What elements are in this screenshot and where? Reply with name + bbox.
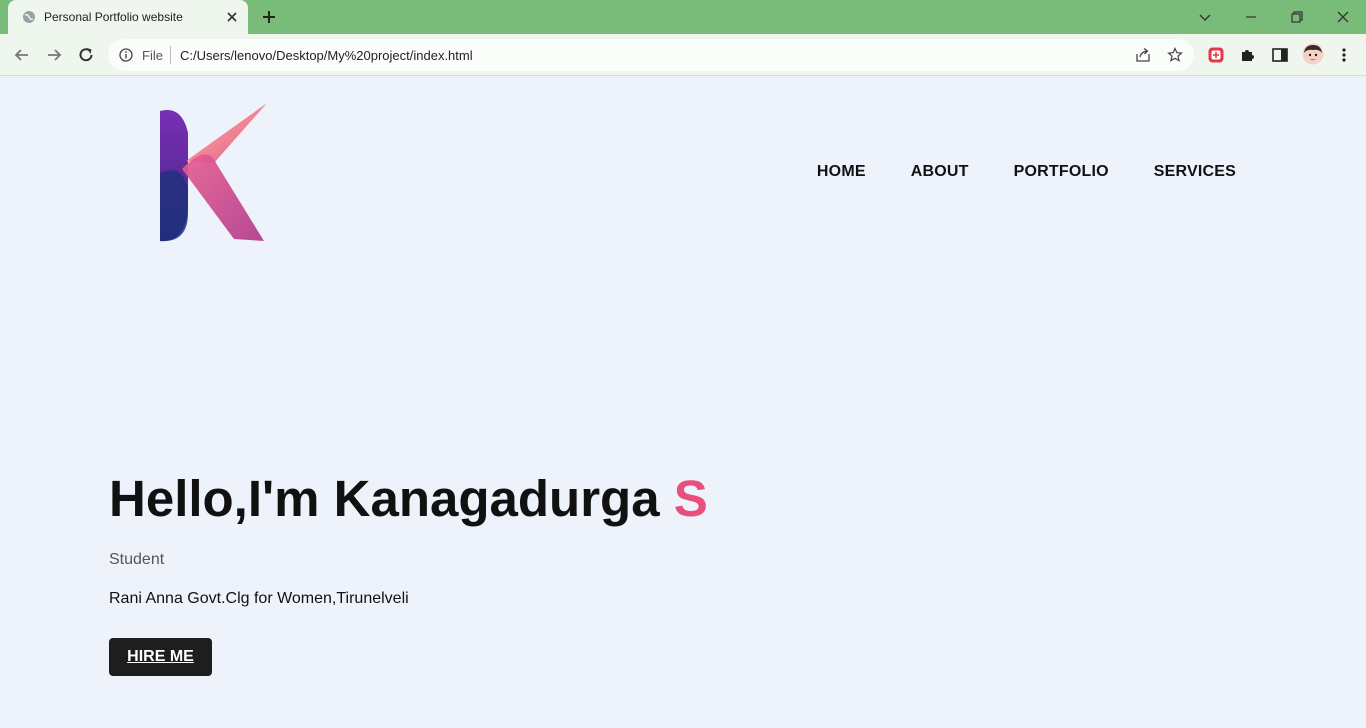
browser-tab[interactable]: Personal Portfolio website (8, 0, 248, 34)
tab-title: Personal Portfolio website (44, 10, 183, 24)
profile-avatar-icon[interactable] (1302, 43, 1324, 65)
info-icon[interactable] (119, 48, 133, 62)
back-icon[interactable] (12, 45, 32, 65)
hire-me-button[interactable]: HIRE ME (109, 638, 212, 676)
nav-services[interactable]: SERVICES (1154, 163, 1236, 181)
minimize-icon[interactable] (1242, 8, 1260, 26)
hero-initial: S (673, 470, 708, 527)
nav-about[interactable]: ABOUT (911, 163, 969, 181)
new-tab-icon[interactable] (261, 9, 277, 25)
nav-portfolio[interactable]: PORTFOLIO (1014, 163, 1109, 181)
restore-icon[interactable] (1288, 8, 1306, 26)
page-viewport: HOME ABOUT PORTFOLIO SERVICES Hello,I'm … (0, 77, 1366, 728)
menu-kebab-icon[interactable] (1335, 46, 1353, 64)
globe-icon (23, 11, 35, 23)
close-window-icon[interactable] (1334, 8, 1352, 26)
address-bar[interactable]: File C:/Users/lenovo/Desktop/My%20projec… (108, 39, 1194, 71)
side-panel-icon[interactable] (1271, 46, 1289, 64)
reload-icon[interactable] (76, 45, 96, 65)
extensions-puzzle-icon[interactable] (1239, 46, 1257, 64)
hero-title: Hello,I'm Kanagadurga S (109, 469, 708, 528)
hero-greeting: Hello,I'm Kanagadurga (109, 470, 660, 527)
hero-role: Student (109, 551, 165, 568)
tab-search-icon[interactable] (1196, 8, 1214, 26)
url-text[interactable]: C:/Users/lenovo/Desktop/My%20project/ind… (180, 48, 473, 63)
omnibox-separator (170, 46, 171, 64)
extension-red-icon[interactable] (1207, 46, 1225, 64)
browser-toolbar: File C:/Users/lenovo/Desktop/My%20projec… (0, 34, 1366, 76)
main-nav: HOME ABOUT PORTFOLIO SERVICES (817, 163, 1236, 181)
browser-titlebar: Personal Portfolio website (0, 0, 1366, 34)
k-logo-icon (160, 103, 267, 242)
close-tab-icon[interactable] (225, 10, 239, 24)
hero-college: Rani Anna Govt.Clg for Women,Tirunelveli (109, 590, 409, 607)
forward-icon[interactable] (44, 45, 64, 65)
scheme-label: File (142, 48, 163, 63)
bookmark-star-icon[interactable] (1167, 47, 1183, 63)
share-icon[interactable] (1135, 47, 1151, 63)
nav-home[interactable]: HOME (817, 163, 866, 181)
